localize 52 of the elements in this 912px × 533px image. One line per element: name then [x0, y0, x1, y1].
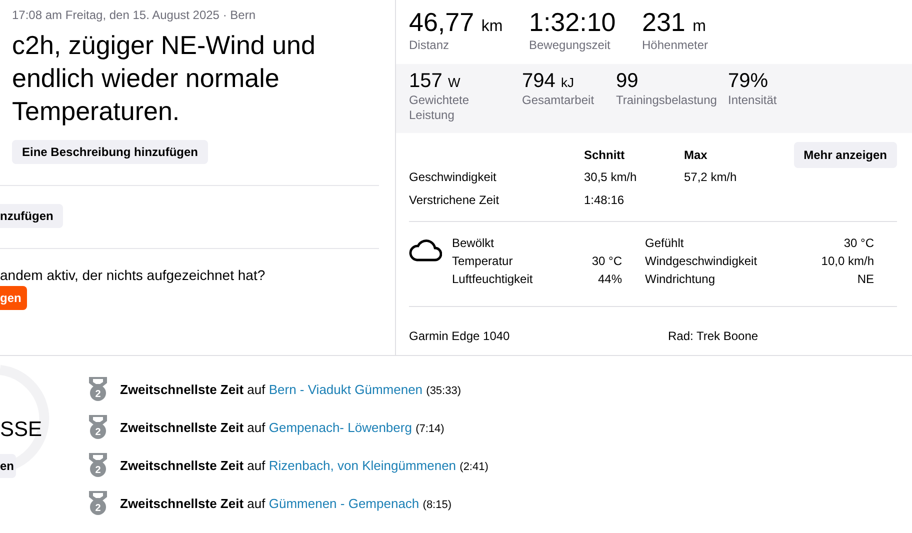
stat-value: 1:32:10: [529, 8, 617, 38]
table-cell-text: 1:48:16: [584, 192, 626, 206]
add-description-button[interactable]: Eine Beschreibung hinzufügen: [12, 140, 208, 164]
stat-label: Trainingsbelastung: [616, 93, 716, 108]
partner-question: andem aktiv, der nichts aufgezeichnet hat?: [0, 267, 266, 283]
stat-label: Gesamtarbeit: [522, 93, 596, 108]
add-button[interactable]: nzufügen: [0, 204, 64, 228]
action-button[interactable]: gen: [0, 286, 28, 310]
stat-value: 79%: [728, 70, 770, 93]
stat-label: Höhenmeter: [642, 38, 710, 53]
stat-value: 99: [616, 70, 640, 93]
weather-label: Temperatur: [452, 254, 514, 268]
segment-link[interactable]: Rizenbach, von Kleingümmenen: [268, 458, 456, 472]
weather-label: Windrichtung: [645, 272, 716, 286]
activity-meta: 17:08 am Freitag, den 15. August 2025 · Bern: [12, 8, 256, 22]
cloud-icon: [409, 237, 442, 262]
stat-value: 231 m: [642, 8, 707, 38]
weather-label: Luftfeuchtigkeit: [452, 272, 534, 286]
weather-value: NE: [857, 272, 874, 286]
segment-link[interactable]: Bern - Viadukt Gümmenen: [268, 382, 423, 396]
achievements-button[interactable]: en: [0, 454, 16, 478]
weather-value: 44%: [598, 272, 622, 286]
achievements-heading: SSE: [0, 418, 42, 442]
table-cell-text: Geschwindigkeit: [409, 170, 498, 184]
bike-name: Rad: Trek Boone: [668, 329, 760, 343]
table-cell-text: Verstrichene Zeit: [409, 192, 500, 206]
table-cell-text: 57,2 km/h: [684, 170, 738, 184]
activity-title: c2h, zügiger NE-Wind und endlich wieder normale Temperaturen.: [12, 29, 316, 128]
segment-link[interactable]: Gümmenen - Gempenach: [268, 496, 420, 510]
column-header: Schnitt: [584, 148, 626, 162]
stat-value: 794 kJ: [522, 70, 575, 93]
achievement-text: Zweitschnellste Zeit auf Gempenach- Löwenberg (7:14): [120, 420, 444, 434]
achievement-text: Zweitschnellste Zeit auf Gümmenen - Gempenach (8:15): [120, 496, 452, 510]
weather-value: 10,0 km/h: [821, 254, 874, 268]
table-cell-text: 30,5 km/h: [584, 170, 638, 184]
device-name: Garmin Edge 1040: [409, 329, 511, 343]
stat-label: Gewichtete Leistung: [409, 93, 470, 123]
segment-link[interactable]: Gempenach- Löwenberg: [268, 420, 412, 434]
column-header: Max: [684, 148, 708, 162]
weather-condition: Bewölkt: [452, 236, 496, 250]
stat-label: Intensität: [728, 93, 778, 108]
show-more-button[interactable]: Mehr anzeigen: [794, 142, 897, 168]
weather-label: Gefühlt: [645, 236, 685, 250]
weather-value: 30 °C: [592, 254, 622, 268]
weather-value: 30 °C: [844, 236, 874, 250]
achievement-text: Zweitschnellste Zeit auf Bern - Viadukt Gümmenen (35:33): [120, 382, 462, 396]
stat-value: 46,77 km: [409, 8, 504, 38]
stat-label: Distanz: [409, 38, 450, 53]
weather-label: Windgeschwindigkeit: [645, 254, 758, 268]
achievement-text: Zweitschnellste Zeit auf Rizenbach, von Kleingümmenen (2:41): [120, 458, 488, 472]
stat-value: 157 W: [409, 70, 462, 93]
stat-label: Bewegungszeit: [529, 38, 612, 53]
